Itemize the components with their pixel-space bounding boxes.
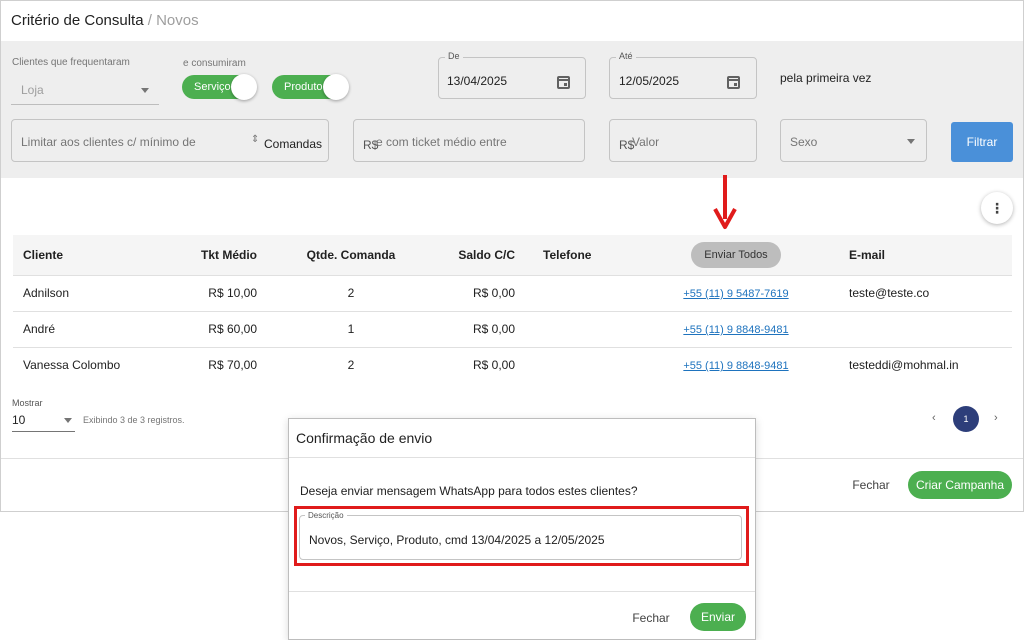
consumiram-label: e consumiram xyxy=(183,58,246,69)
cliente-cell: Vanessa Colombo xyxy=(23,358,121,373)
saldo-cell: R$ 0,00 xyxy=(441,275,515,312)
de-date-field[interactable]: 13/04/2025 xyxy=(438,57,586,99)
mostrar-label: Mostrar xyxy=(12,398,43,408)
phone-cell: +55 (11) 9 8848-9481 xyxy=(649,311,823,348)
tkt-cell: R$ 10,00 xyxy=(145,275,261,312)
clients-table: Cliente Tkt Médio Qtde. Comanda Saldo C/… xyxy=(13,235,1012,383)
toggle-knob xyxy=(323,74,349,100)
produto-toggle-label: Produto xyxy=(284,81,323,93)
ate-date-value: 12/05/2025 xyxy=(619,74,680,88)
sexo-placeholder: Sexo xyxy=(790,135,818,149)
red-arrow-annotation xyxy=(713,175,737,229)
dialog-title: Confirmação de envio xyxy=(296,430,433,446)
produto-toggle[interactable]: Produto xyxy=(272,74,349,100)
phone-link[interactable]: +55 (11) 9 5487-7619 xyxy=(683,288,788,300)
qtde-cell: 2 xyxy=(347,358,355,373)
telefone-cell xyxy=(515,311,649,348)
col-enviar-todos: Enviar Todos xyxy=(649,235,823,276)
phone-link[interactable]: +55 (11) 9 8848-9481 xyxy=(683,324,788,336)
telefone-cell xyxy=(515,275,649,312)
minimo-comandas-field[interactable]: Limitar aos clientes c/ mínimo de ⇕ Coma… xyxy=(11,119,329,162)
table-header-row: Cliente Tkt Médio Qtde. Comanda Saldo C/… xyxy=(13,235,1012,276)
ticket-medio-field[interactable]: R$ e com ticket médio entre xyxy=(353,119,585,162)
dialog-fechar-button[interactable]: Fechar xyxy=(629,605,673,631)
cliente-cell: André xyxy=(13,311,145,348)
records-info: Exibindo 3 de 3 registros. xyxy=(83,415,185,425)
tkt-cell: R$ 60,00 xyxy=(145,311,261,348)
frequentaram-label: Clientes que frequentaram xyxy=(12,57,130,68)
breadcrumb-title: Critério de Consulta xyxy=(11,12,144,29)
col-saldo: Saldo C/C xyxy=(441,235,515,276)
breadcrumb-separator: / xyxy=(143,12,157,29)
cliente-cell: Adnilson xyxy=(13,275,145,312)
telefone-cell xyxy=(515,347,649,383)
table-row: Vanessa Colombo R$ 70,00 2 R$ 0,00 +55 (… xyxy=(13,347,1012,383)
loja-select[interactable]: Loja xyxy=(11,75,159,105)
next-page-icon[interactable]: › xyxy=(994,412,998,424)
col-tkt-medio: Tkt Médio xyxy=(145,235,261,276)
de-date-value: 13/04/2025 xyxy=(447,74,508,88)
col-email: E-mail xyxy=(823,235,1012,276)
prev-page-icon[interactable]: ‹ xyxy=(932,412,936,424)
sexo-select[interactable]: Sexo xyxy=(780,119,927,162)
confirmation-dialog: Confirmação de envio Deseja enviar mensa… xyxy=(288,418,756,640)
more-options-icon[interactable]: ⋮ xyxy=(981,192,1013,224)
minimo-placeholder: Limitar aos clientes c/ mínimo de xyxy=(21,135,196,149)
servico-toggle-label: Serviço xyxy=(194,81,231,93)
chevron-down-icon xyxy=(141,88,149,93)
valor-placeholder: Valor xyxy=(632,135,660,149)
stepper-icon[interactable]: ⇕ xyxy=(251,134,259,145)
fechar-button[interactable]: Fechar xyxy=(844,471,898,499)
saldo-cell: R$ 0,00 xyxy=(441,311,515,348)
page-size-value: 10 xyxy=(12,413,26,427)
saldo-cell: R$ 0,00 xyxy=(472,358,515,373)
chevron-down-icon xyxy=(907,139,915,144)
ate-date-field[interactable]: 12/05/2025 xyxy=(609,57,757,99)
descricao-value[interactable]: Novos, Serviço, Produto, cmd 13/04/2025 … xyxy=(309,533,605,547)
dialog-enviar-button[interactable]: Enviar xyxy=(690,603,746,631)
calendar-icon[interactable] xyxy=(727,76,740,89)
col-telefone: Telefone xyxy=(515,235,649,276)
ate-label: Até xyxy=(616,51,636,61)
phone-link[interactable]: +55 (11) 9 8848-9481 xyxy=(683,360,788,372)
loja-placeholder: Loja xyxy=(21,83,44,97)
de-label: De xyxy=(445,51,463,61)
comandas-suffix: Comandas xyxy=(264,137,323,151)
qtde-cell: 1 xyxy=(261,311,441,348)
primeira-vez-label: pela primeira vez xyxy=(780,71,872,85)
enviar-todos-button[interactable]: Enviar Todos xyxy=(691,241,781,268)
dialog-message: Deseja enviar mensagem WhatsApp para tod… xyxy=(300,484,638,498)
page-size-select[interactable]: 10 xyxy=(12,410,75,432)
dialog-divider xyxy=(289,591,755,592)
email-cell: testeddi@mohmal.in xyxy=(849,358,959,373)
page-title: Critério de Consulta / Novos xyxy=(11,12,199,29)
toggle-knob xyxy=(231,74,257,100)
ticket-placeholder: e com ticket médio entre xyxy=(376,135,507,149)
email-cell xyxy=(823,311,1012,348)
col-qtde-comanda: Qtde. Comanda xyxy=(261,235,441,276)
descricao-label: Descrição xyxy=(305,511,347,520)
qtde-cell: 2 xyxy=(261,275,441,312)
criar-campanha-button[interactable]: Criar Campanha xyxy=(908,471,1012,499)
dialog-divider xyxy=(289,457,755,458)
calendar-icon[interactable] xyxy=(557,76,570,89)
current-page-button[interactable]: 1 xyxy=(953,406,979,432)
email-cell: teste@teste.co xyxy=(823,275,1012,312)
col-cliente: Cliente xyxy=(13,235,145,276)
table-row: Adnilson R$ 10,00 2 R$ 0,00 +55 (11) 9 5… xyxy=(13,275,1012,312)
phone-cell: +55 (11) 9 8848-9481 xyxy=(649,347,823,383)
servico-toggle[interactable]: Serviço xyxy=(182,74,257,100)
phone-cell: +55 (11) 9 5487-7619 xyxy=(649,275,823,312)
page-header: Critério de Consulta / Novos xyxy=(1,1,1023,41)
table-row: André R$ 60,00 1 R$ 0,00 +55 (11) 9 8848… xyxy=(13,311,1012,348)
filtrar-button[interactable]: Filtrar xyxy=(951,122,1013,162)
chevron-down-icon xyxy=(64,418,72,423)
valor-field[interactable]: R$ Valor xyxy=(609,119,757,162)
tkt-cell: R$ 70,00 xyxy=(208,358,257,373)
breadcrumb-subtitle: Novos xyxy=(156,12,199,29)
